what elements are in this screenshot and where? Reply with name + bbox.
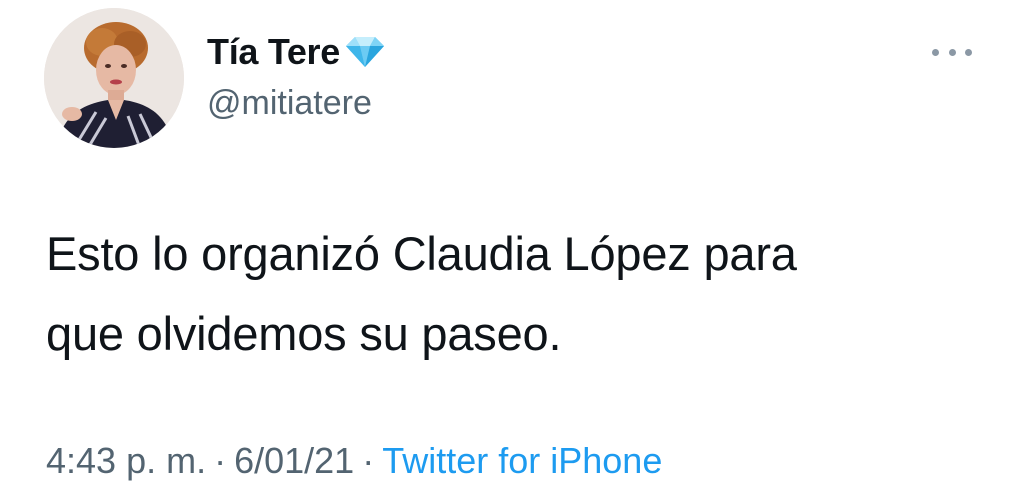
timestamp[interactable]: 4:43 p. m. <box>46 440 206 481</box>
handle[interactable]: @mitiatere <box>207 84 386 123</box>
tweet-meta: 4:43 p. m. · 6/01/21 · Twitter for iPhone <box>46 440 662 482</box>
separator: · <box>362 440 375 481</box>
separator: · <box>214 440 227 481</box>
date[interactable]: 6/01/21 <box>234 440 354 481</box>
source-link[interactable]: Twitter for iPhone <box>382 440 662 481</box>
profile-photo <box>44 8 184 148</box>
dot <box>932 48 939 56</box>
dot <box>965 48 972 56</box>
tweet-text: Esto lo organizó Claudia López para que … <box>46 214 986 374</box>
author-block: Tía Tere @mitiatere <box>207 30 386 123</box>
more-options-icon[interactable] <box>932 42 972 62</box>
display-name[interactable]: Tía Tere <box>207 31 340 73</box>
tweet-card: Tía Tere @mitiatere Esto lo organizó Cla… <box>0 0 1024 502</box>
blue-diamond-icon <box>344 35 386 69</box>
tweet-text-line: Esto lo organizó Claudia López para <box>46 227 797 280</box>
dot <box>948 48 956 56</box>
name-row: Tía Tere <box>207 30 386 74</box>
avatar[interactable] <box>44 8 184 148</box>
tweet-text-line: que olvidemos su paseo. <box>46 307 562 360</box>
